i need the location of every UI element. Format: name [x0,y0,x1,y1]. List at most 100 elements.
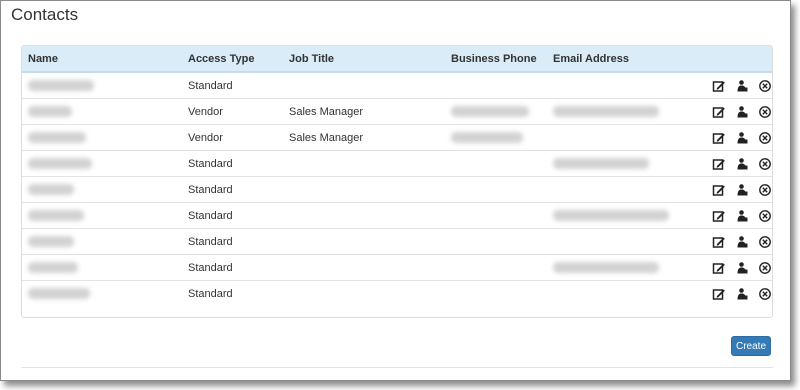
user-icon[interactable] [735,287,749,301]
contacts-table-panel: Name Access Type Job Title Business Phon… [21,45,773,318]
redacted-value [28,236,74,248]
column-header-name[interactable]: Name [22,46,182,73]
edit-icon[interactable] [712,261,726,275]
edit-icon[interactable] [712,79,726,93]
redacted-value [28,106,72,118]
cell-access-type: Vendor [182,98,283,125]
cell-business-phone [445,202,547,229]
remove-icon[interactable] [758,105,772,119]
cell-email-address [547,124,697,151]
table-row[interactable]: Standard [22,150,772,177]
remove-icon[interactable] [758,287,772,301]
cell-business-phone [445,124,547,151]
remove-icon[interactable] [758,131,772,145]
user-icon[interactable] [735,131,749,145]
cell-name [22,228,182,255]
table-row[interactable]: Standard [22,228,772,255]
cell-actions [697,176,772,203]
cell-access-type: Standard [182,176,283,203]
table-row[interactable]: Standard [22,72,772,99]
edit-icon[interactable] [712,105,726,119]
edit-icon[interactable] [712,131,726,145]
cell-job-title [283,228,445,255]
cell-actions [697,72,772,99]
edit-icon[interactable] [712,287,726,301]
table-row[interactable]: Standard [22,176,772,203]
column-header-actions [697,46,772,73]
column-header-job-title[interactable]: Job Title [283,46,445,73]
table-row[interactable]: Standard [22,254,772,281]
redacted-value [553,158,649,170]
cell-email-address [547,98,697,125]
cell-email-address [547,280,697,306]
table-header-row: Name Access Type Job Title Business Phon… [22,46,772,73]
cell-email-address [547,150,697,177]
user-icon[interactable] [735,183,749,197]
cell-email-address [547,202,697,229]
table-row[interactable]: Vendor Sales Manager [22,98,772,125]
table-row[interactable]: Standard [22,280,772,306]
user-icon[interactable] [735,157,749,171]
edit-icon[interactable] [712,183,726,197]
remove-icon[interactable] [758,209,772,223]
cell-business-phone [445,150,547,177]
cell-actions [697,150,772,177]
cell-actions [697,98,772,125]
cell-name [22,254,182,281]
redacted-value [553,262,659,274]
create-button[interactable]: Create [731,336,771,356]
cell-access-type: Vendor [182,124,283,151]
redacted-value [28,158,92,170]
edit-icon[interactable] [712,235,726,249]
column-header-email-address[interactable]: Email Address [547,46,697,73]
cell-name [22,176,182,203]
edit-icon[interactable] [712,157,726,171]
page-title: Contacts [11,5,79,24]
column-header-access-type[interactable]: Access Type [182,46,283,73]
cell-access-type: Standard [182,280,283,306]
cell-name [22,280,182,306]
cell-name [22,124,182,151]
redacted-value [28,262,78,274]
redacted-value [553,210,669,222]
remove-icon[interactable] [758,235,772,249]
remove-icon[interactable] [758,261,772,275]
column-header-business-phone[interactable]: Business Phone [445,46,547,73]
redacted-value [553,106,659,118]
remove-icon[interactable] [758,157,772,171]
cell-email-address [547,176,697,203]
footer-divider [21,367,773,368]
remove-icon[interactable] [758,183,772,197]
redacted-value [28,288,90,300]
table-row[interactable]: Vendor Sales Manager [22,124,772,151]
user-icon[interactable] [735,261,749,275]
redacted-value [28,184,74,196]
user-icon[interactable] [735,79,749,93]
cell-job-title [283,176,445,203]
cell-access-type: Standard [188,79,233,92]
cell-name [22,98,182,125]
redacted-value [28,132,86,144]
cell-job-title [283,202,445,229]
cell-name [22,72,182,99]
cell-actions [697,202,772,229]
cell-access-type: Standard [182,202,283,229]
edit-icon[interactable] [712,209,726,223]
contacts-window: Contacts Name Access Type Job Title Busi… [0,0,791,381]
redacted-value [28,80,94,92]
cell-business-phone [445,98,547,125]
table-row[interactable]: Standard [22,202,772,229]
user-icon[interactable] [735,209,749,223]
cell-job-title: Sales Manager [283,98,445,125]
cell-actions [697,280,772,306]
redacted-value [28,210,84,222]
contacts-table: Name Access Type Job Title Business Phon… [22,46,772,306]
cell-business-phone [445,72,547,99]
user-icon[interactable] [735,105,749,119]
user-icon[interactable] [735,235,749,249]
cell-name [22,202,182,229]
cell-job-title [283,280,445,306]
remove-icon[interactable] [758,79,772,93]
cell-business-phone [445,254,547,281]
cell-access-type: Standard [182,228,283,255]
